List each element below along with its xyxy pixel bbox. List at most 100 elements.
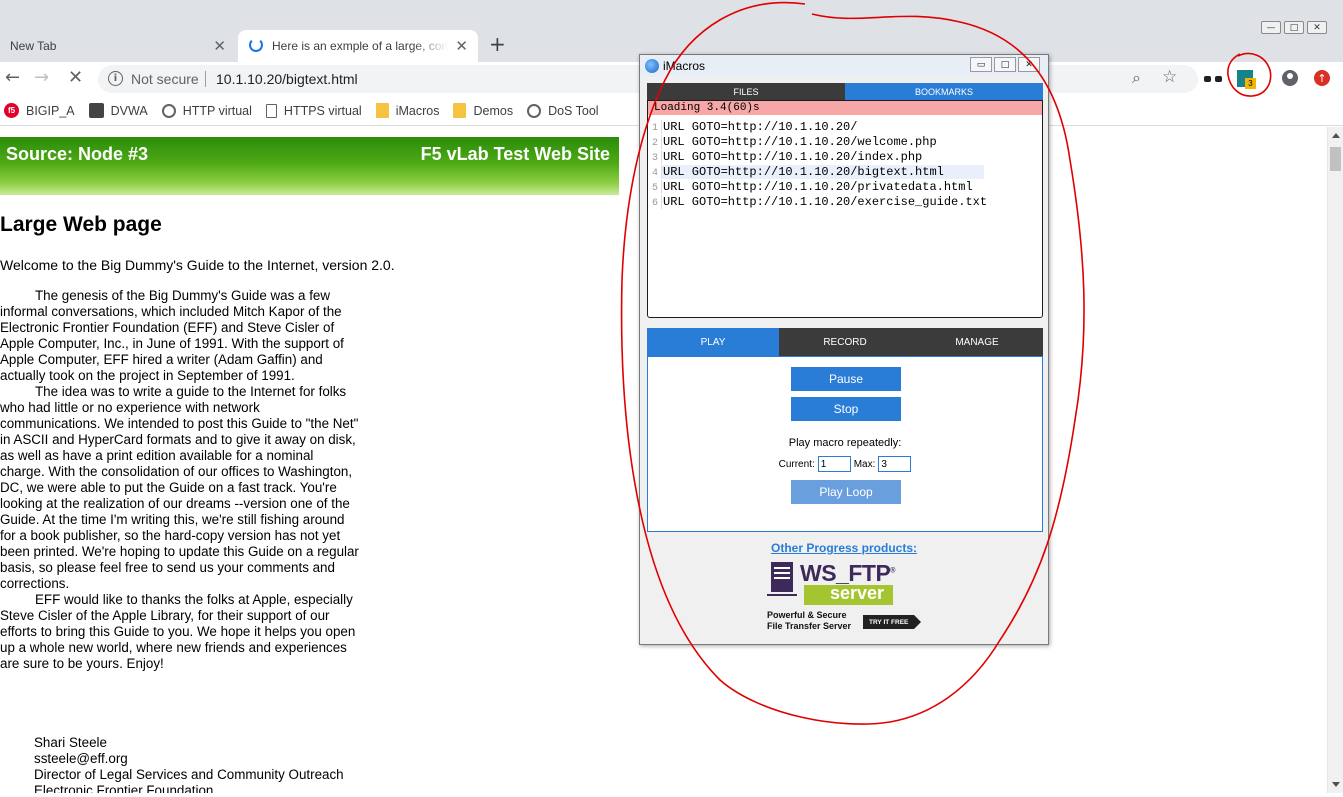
line-number: 2 bbox=[651, 138, 658, 149]
security-label[interactable]: Not secure bbox=[131, 71, 199, 87]
paragraph: EFF would like to thanks the folks at Ap… bbox=[0, 592, 356, 671]
imacros-control-tabs: PLAY RECORD MANAGE bbox=[647, 328, 1043, 356]
scroll-thumb[interactable] bbox=[1330, 147, 1341, 171]
line-code: URL GOTO=http://10.1.10.20/ bbox=[661, 120, 858, 134]
screenshot-root: { "browser": { "window_controls": ["—", … bbox=[0, 0, 1343, 797]
tab-manage[interactable]: MANAGE bbox=[911, 328, 1043, 356]
wsftp-tagline: Powerful & Secure bbox=[767, 610, 847, 620]
try-it-free-button[interactable]: TRY IT FREE bbox=[863, 615, 921, 629]
max-input[interactable]: 3 bbox=[878, 456, 912, 472]
line-number: 4 bbox=[651, 168, 658, 179]
bookmark-demos[interactable]: Demos bbox=[453, 103, 513, 118]
wsftp-tagline: File Transfer Server bbox=[767, 621, 852, 631]
line-number: 1 bbox=[651, 123, 658, 134]
f5-icon: f5 bbox=[4, 103, 19, 118]
tab-title: Here is an exmple of a large, complex we… bbox=[272, 39, 448, 53]
server-icon bbox=[771, 562, 793, 592]
bookmark-bigip-a[interactable]: f5 BIGIP_A bbox=[4, 103, 75, 118]
macro-line[interactable]: 3 URL GOTO=http://10.1.10.20/index.php bbox=[648, 150, 1042, 165]
tab-record[interactable]: RECORD bbox=[779, 328, 911, 356]
line-number: 6 bbox=[651, 198, 658, 209]
imacros-tabs: FILES BOOKMARKS bbox=[647, 83, 1043, 100]
maximize-button[interactable]: □ bbox=[1284, 21, 1304, 34]
tab-new-tab[interactable]: New Tab ✕ bbox=[0, 30, 236, 62]
browser-tabstrip: — □ ✕ New Tab ✕ Here is an exmple of a l… bbox=[0, 0, 1343, 62]
page-scrollbar[interactable] bbox=[1327, 127, 1343, 793]
bookmark-label: iMacros bbox=[395, 103, 440, 118]
stop-button[interactable]: Stop bbox=[791, 397, 901, 421]
tab-files[interactable]: FILES bbox=[647, 83, 845, 100]
tab-close-icon[interactable]: ✕ bbox=[213, 37, 226, 55]
imacros-maximize-button[interactable]: □ bbox=[994, 57, 1016, 72]
wsftp-server-badge: server bbox=[804, 583, 893, 605]
bookmark-star-icon[interactable]: ☆ bbox=[1162, 67, 1177, 87]
imacros-badge: 3 bbox=[1245, 78, 1256, 89]
macro-line[interactable]: 2 URL GOTO=http://10.1.10.20/welcome.php bbox=[648, 135, 1042, 150]
bookmark-http-virtual[interactable]: HTTP virtual bbox=[161, 103, 252, 118]
macro-editor[interactable]: Loading 3.4(60)s 1 URL GOTO=http://10.1.1… bbox=[647, 100, 1043, 318]
window-controls: — □ ✕ bbox=[1261, 21, 1327, 34]
bookmark-dos-tool[interactable]: DoS Tool bbox=[527, 103, 599, 118]
tab-title: New Tab bbox=[10, 39, 57, 53]
macro-line[interactable]: 1 URL GOTO=http://10.1.10.20/ bbox=[648, 120, 1042, 135]
line-code: URL GOTO=http://10.1.10.20/privatedata.h… bbox=[661, 180, 973, 194]
url-text[interactable]: 10.1.10.20/bigtext.html bbox=[216, 71, 358, 87]
bookmark-label: Demos bbox=[473, 103, 514, 118]
play-loop-button[interactable]: Play Loop bbox=[791, 480, 901, 504]
loop-counts: Current: 1 Max: 3 bbox=[648, 456, 1042, 472]
line-code: URL GOTO=http://10.1.10.20/welcome.php bbox=[661, 135, 937, 149]
signature-name: Shari Steele bbox=[34, 735, 107, 750]
signature-role: Director of Legal Services and Community… bbox=[34, 767, 344, 782]
page-title: Large Web page bbox=[0, 213, 162, 236]
line-number: 3 bbox=[651, 153, 658, 164]
other-products-link[interactable]: Other Progress products: bbox=[640, 541, 1048, 555]
minimize-button[interactable]: — bbox=[1261, 21, 1281, 34]
bookmark-label: HTTPS virtual bbox=[283, 103, 362, 118]
macro-line-current[interactable]: 4 URL GOTO=http://10.1.10.20/bigtext.html bbox=[648, 165, 1042, 180]
new-tab-button[interactable]: + bbox=[489, 32, 506, 56]
current-input[interactable]: 1 bbox=[817, 456, 851, 472]
globe-icon bbox=[161, 103, 176, 118]
bookmark-imacros[interactable]: iMacros bbox=[375, 103, 440, 118]
forward-button[interactable]: → bbox=[34, 67, 49, 88]
tab-close-icon[interactable]: ✕ bbox=[455, 37, 468, 55]
welcome-text: Welcome to the Big Dummy's Guide to the … bbox=[0, 257, 395, 273]
profile-avatar-icon[interactable] bbox=[1282, 70, 1298, 86]
globe-icon bbox=[527, 103, 542, 118]
stop-loading-button[interactable]: ✕ bbox=[68, 67, 83, 88]
wsftp-ad[interactable]: WS_FTP® server Powerful & Secure File Tr… bbox=[767, 557, 927, 637]
line-code: URL GOTO=http://10.1.10.20/index.php bbox=[661, 150, 923, 164]
max-label: Max: bbox=[853, 458, 876, 470]
macro-status: Loading 3.4(60)s bbox=[648, 101, 1042, 115]
incognito-extension-icon[interactable] bbox=[1204, 74, 1222, 86]
scroll-up-icon[interactable] bbox=[1332, 133, 1340, 138]
macro-lines: 1 URL GOTO=http://10.1.10.20/ 2 URL GOTO=h… bbox=[648, 120, 1042, 210]
bookmark-label: HTTP virtual bbox=[182, 103, 252, 118]
close-window-button[interactable]: ✕ bbox=[1307, 21, 1327, 34]
banner-source: Source: Node #3 bbox=[6, 144, 149, 164]
imacros-titlebar[interactable]: iMacros ▭ □ ✕ bbox=[640, 55, 1048, 77]
back-button[interactable]: ← bbox=[5, 67, 20, 88]
imacros-panel: iMacros ▭ □ ✕ FILES BOOKMARKS Loading 3.… bbox=[639, 54, 1049, 645]
macro-line[interactable]: 5 URL GOTO=http://10.1.10.20/privatedata.… bbox=[648, 180, 1042, 195]
imacros-close-button[interactable]: ✕ bbox=[1018, 57, 1040, 72]
body-text: The genesis of the Big Dummy's Guide was… bbox=[0, 288, 360, 672]
zoom-icon[interactable]: ⌕ bbox=[1132, 68, 1141, 88]
network-line bbox=[767, 594, 797, 596]
imacros-minimize-button[interactable]: ▭ bbox=[970, 57, 992, 72]
macro-line[interactable]: 6 URL GOTO=http://10.1.10.20/exercise_gui… bbox=[648, 195, 1042, 210]
imacros-logo-icon bbox=[645, 59, 659, 73]
imacros-extension-icon[interactable]: 3 bbox=[1237, 70, 1256, 89]
scroll-down-icon[interactable] bbox=[1332, 782, 1340, 787]
tab-bookmarks[interactable]: BOOKMARKS bbox=[845, 83, 1043, 100]
folder-icon bbox=[453, 103, 467, 118]
imacros-title: iMacros bbox=[663, 59, 706, 73]
bookmark-dvwa[interactable]: DVWA bbox=[88, 103, 148, 118]
bookmark-https-virtual[interactable]: HTTPS virtual bbox=[265, 103, 362, 118]
tab-play[interactable]: PLAY bbox=[647, 328, 779, 356]
bookmark-label: BIGIP_A bbox=[26, 103, 75, 118]
site-info-icon[interactable]: i bbox=[108, 71, 123, 86]
tab-bigtext[interactable]: Here is an exmple of a large, complex we… bbox=[238, 30, 478, 62]
pause-button[interactable]: Pause bbox=[791, 367, 901, 391]
update-icon[interactable]: ↑ bbox=[1314, 70, 1330, 86]
